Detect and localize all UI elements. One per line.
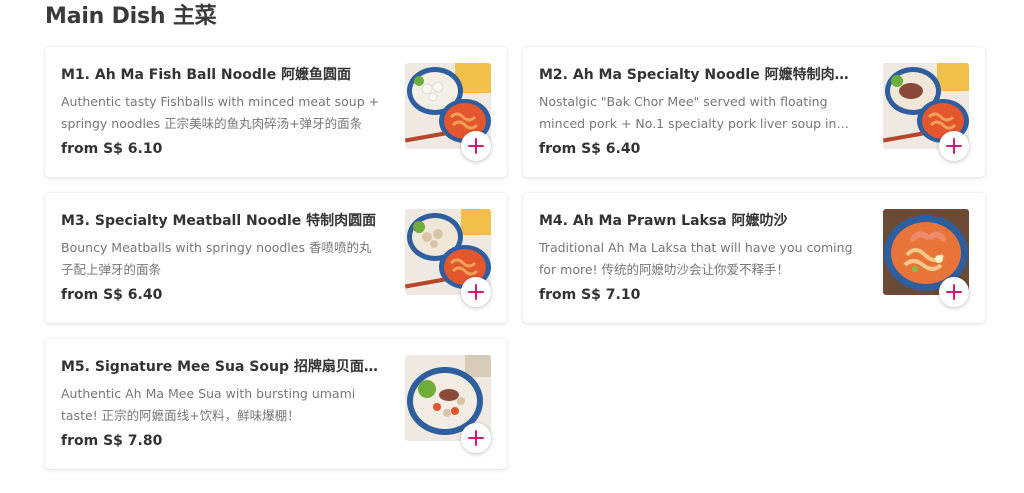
menu-item-card[interactable]: M3. Specialty Meatball Noodle 特制肉圆面 Boun… — [45, 193, 507, 323]
menu-item-price: from S$ 6.40 — [539, 141, 641, 157]
menu-item-price: from S$ 7.80 — [61, 433, 163, 449]
menu-item-info: M2. Ah Ma Specialty Noodle 阿嬷特制肉脞面 Nosta… — [539, 65, 859, 159]
menu-item-info: M4. Ah Ma Prawn Laksa 阿嬷叻沙 Traditional A… — [539, 211, 859, 305]
menu-item-name: M2. Ah Ma Specialty Noodle 阿嬷特制肉脞面 — [539, 67, 859, 83]
menu-item-price: from S$ 7.10 — [539, 287, 641, 303]
menu-item-card[interactable]: M1. Ah Ma Fish Ball Noodle 阿嬷鱼圆面 Authent… — [45, 47, 507, 177]
menu-item-card[interactable]: M5. Signature Mee Sua Soup 招牌扇贝面线... Aut… — [45, 339, 507, 469]
plus-icon — [468, 138, 484, 154]
menu-item-description: Bouncy Meatballs with springy noodles 香喷… — [61, 240, 372, 277]
menu-item-card[interactable]: M4. Ah Ma Prawn Laksa 阿嬷叻沙 Traditional A… — [523, 193, 985, 323]
section-title: Main Dish 主菜 — [45, 4, 217, 29]
menu-item-description: Traditional Ah Ma Laksa that will have y… — [539, 240, 853, 277]
menu-item-name: M5. Signature Mee Sua Soup 招牌扇贝面线... — [61, 359, 381, 375]
plus-icon — [946, 138, 962, 154]
menu-item-info: M5. Signature Mee Sua Soup 招牌扇贝面线... Aut… — [61, 357, 381, 451]
menu-grid: M1. Ah Ma Fish Ball Noodle 阿嬷鱼圆面 Authent… — [45, 47, 985, 469]
menu-item-info: M3. Specialty Meatball Noodle 特制肉圆面 Boun… — [61, 211, 381, 305]
menu-item-card[interactable]: M2. Ah Ma Specialty Noodle 阿嬷特制肉脞面 Nosta… — [523, 47, 985, 177]
menu-item-name: M4. Ah Ma Prawn Laksa 阿嬷叻沙 — [539, 213, 788, 229]
menu-item-description: Nostalgic "Bak Chor Mee" served with flo… — [539, 94, 837, 131]
menu-item-price: from S$ 6.40 — [61, 287, 163, 303]
menu-item-name: M1. Ah Ma Fish Ball Noodle 阿嬷鱼圆面 — [61, 67, 352, 83]
plus-icon — [468, 284, 484, 300]
menu-item-description: Authentic tasty Fishballs with minced me… — [61, 94, 380, 131]
add-to-cart-button[interactable] — [939, 131, 969, 161]
add-to-cart-button[interactable] — [939, 277, 969, 307]
plus-icon — [468, 430, 484, 446]
add-to-cart-button[interactable] — [461, 131, 491, 161]
menu-item-description: Authentic Ah Ma Mee Sua with bursting um… — [61, 386, 356, 423]
menu-item-price: from S$ 6.10 — [61, 141, 163, 157]
add-to-cart-button[interactable] — [461, 277, 491, 307]
menu-item-name: M3. Specialty Meatball Noodle 特制肉圆面 — [61, 213, 377, 229]
add-to-cart-button[interactable] — [461, 423, 491, 453]
plus-icon — [946, 284, 962, 300]
menu-item-info: M1. Ah Ma Fish Ball Noodle 阿嬷鱼圆面 Authent… — [61, 65, 381, 159]
